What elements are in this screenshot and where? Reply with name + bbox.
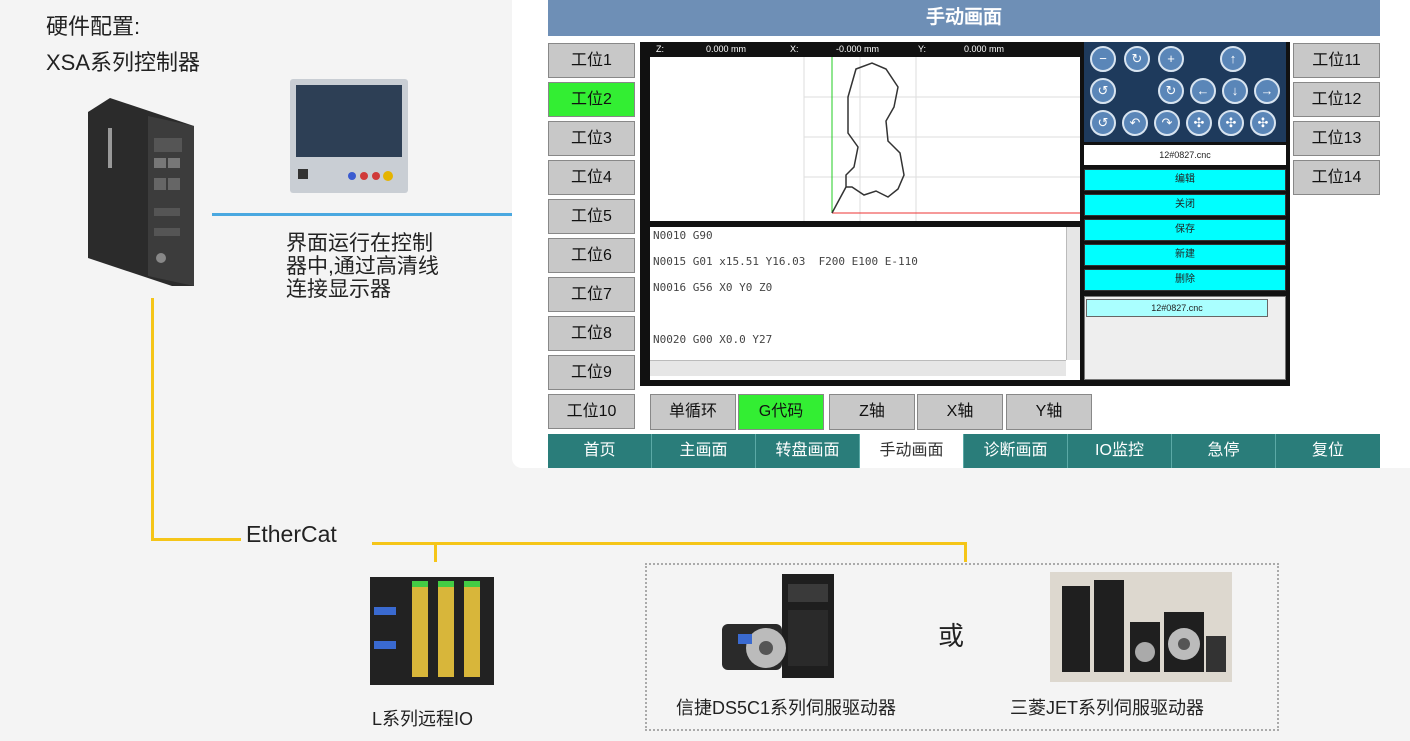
gcode-line: N0020 G00 X0.0 Y27 xyxy=(653,333,773,346)
gcode-line: N0010 G90 xyxy=(653,229,713,242)
move-yz-icon[interactable]: ✣ xyxy=(1250,110,1276,136)
ethercat-right-line xyxy=(372,542,966,545)
new-button[interactable]: 新建 xyxy=(1084,244,1286,266)
mode-tab-y-axis[interactable]: Y轴 xyxy=(1006,394,1092,430)
arrow-left-icon[interactable]: ← xyxy=(1190,78,1216,104)
remote-io-image xyxy=(370,577,494,685)
nav-diagnostics[interactable]: 诊断画面 xyxy=(964,434,1068,468)
z-value: 0.000 mm xyxy=(706,44,747,54)
station-button-11[interactable]: 工位11 xyxy=(1293,43,1380,78)
io-drop-line xyxy=(434,542,437,562)
undo-icon[interactable]: ↶ xyxy=(1122,110,1148,136)
move-xy-icon[interactable]: ✣ xyxy=(1186,110,1212,136)
file-list-item[interactable]: 12#0827.cnc xyxy=(1086,299,1268,317)
current-filename: 12#0827.cnc xyxy=(1084,145,1286,165)
station-button-7[interactable]: 工位7 xyxy=(548,277,635,312)
station-button-8[interactable]: 工位8 xyxy=(548,316,635,351)
x-label: X: xyxy=(790,44,799,54)
nav-main[interactable]: 主画面 xyxy=(652,434,756,468)
y-value: 0.000 mm xyxy=(964,44,1005,54)
hardware-config-title: 硬件配置: xyxy=(46,14,141,39)
servo-drop-line xyxy=(964,542,967,562)
station-button-13[interactable]: 工位13 xyxy=(1293,121,1380,156)
close-button[interactable]: 关闭 xyxy=(1084,194,1286,216)
gcode-horizontal-scrollbar[interactable] xyxy=(650,360,1066,376)
ethercat-vertical-line xyxy=(151,298,154,541)
nav-turntable[interactable]: 转盘画面 xyxy=(756,434,860,468)
ethercat-left-line xyxy=(151,538,241,541)
nav-home[interactable]: 首页 xyxy=(548,434,652,468)
gcode-vertical-scrollbar[interactable] xyxy=(1066,227,1080,360)
station-button-10[interactable]: 工位10 xyxy=(548,394,635,429)
mode-tab-z-axis[interactable]: Z轴 xyxy=(829,394,915,430)
nav-manual[interactable]: 手动画面 xyxy=(860,434,964,468)
bottom-navigation: 首页 主画面 转盘画面 手动画面 诊断画面 IO监控 急停 复位 xyxy=(548,434,1380,468)
ui-note-text: 界面运行在控制器中,通过高清线连接显示器 xyxy=(286,232,439,301)
mode-tab-gcode[interactable]: G代码 xyxy=(738,394,824,430)
hdmi-connector xyxy=(212,213,512,216)
mitsubishi-servo-image xyxy=(1050,572,1232,682)
delete-button[interactable]: 删除 xyxy=(1084,269,1286,291)
rotate-left-icon[interactable]: ↺ xyxy=(1090,110,1116,136)
coordinate-readout: Z: 0.000 mm X: -0.000 mm Y: 0.000 mm xyxy=(650,42,1080,57)
nav-emergency-stop[interactable]: 急停 xyxy=(1172,434,1276,468)
gcode-line: N0016 G56 X0 Y0 Z0 xyxy=(653,281,773,294)
xinje-servo-caption: 信捷DS5C1系列伺服驱动器 xyxy=(676,698,897,718)
mode-tab-single-cycle[interactable]: 单循环 xyxy=(650,394,736,430)
save-button[interactable]: 保存 xyxy=(1084,219,1286,241)
rotate-cw-icon[interactable]: ↻ xyxy=(1158,78,1184,104)
station-button-2[interactable]: 工位2 xyxy=(548,82,635,117)
ethercat-label: EtherCat xyxy=(246,521,337,547)
station-button-6[interactable]: 工位6 xyxy=(548,238,635,273)
rotate-ccw-icon[interactable]: ↺ xyxy=(1090,78,1116,104)
station-button-9[interactable]: 工位9 xyxy=(548,355,635,390)
nav-io-monitor[interactable]: IO监控 xyxy=(1068,434,1172,468)
station-button-14[interactable]: 工位14 xyxy=(1293,160,1380,195)
controller-image xyxy=(88,98,194,286)
x-value: -0.000 mm xyxy=(836,44,880,54)
gcode-line: N0015 G01 x15.51 Y16.03 F200 E100 E-110 xyxy=(653,255,918,268)
jog-control-pad: − ↻ + ↑ ↺ ↻ ← ↓ → ↺ ↶ ↷ ✣ ✣ ✣ xyxy=(1084,42,1286,142)
hmi-title: 手动画面 xyxy=(548,0,1380,36)
gcode-editor[interactable]: N0010 G90 N0015 G01 x15.51 Y16.03 F200 E… xyxy=(650,227,1080,380)
zoom-in-icon[interactable]: + xyxy=(1158,46,1184,72)
arrow-down-icon[interactable]: ↓ xyxy=(1222,78,1248,104)
mitsubishi-servo-caption: 三菱JET系列伺服驱动器 xyxy=(1010,698,1205,718)
station-button-3[interactable]: 工位3 xyxy=(548,121,635,156)
y-label: Y: xyxy=(918,44,927,54)
redo-icon[interactable]: ↷ xyxy=(1154,110,1180,136)
toolpath-plot xyxy=(650,57,1080,221)
arrow-up-icon[interactable]: ↑ xyxy=(1220,46,1246,72)
station-button-12[interactable]: 工位12 xyxy=(1293,82,1380,117)
or-label: 或 xyxy=(938,621,965,651)
controller-name: XSA系列控制器 xyxy=(46,50,201,75)
arrow-right-icon[interactable]: → xyxy=(1254,78,1280,104)
station-button-4[interactable]: 工位4 xyxy=(548,160,635,195)
zoom-out-icon[interactable]: − xyxy=(1090,46,1116,72)
refresh-icon[interactable]: ↻ xyxy=(1124,46,1150,72)
remote-io-caption: L系列远程IO xyxy=(372,709,474,729)
monitor-image xyxy=(290,79,408,193)
station-button-1[interactable]: 工位1 xyxy=(548,43,635,78)
station-button-5[interactable]: 工位5 xyxy=(548,199,635,234)
z-label: Z: xyxy=(656,44,664,54)
xinje-servo-image xyxy=(722,574,834,678)
mode-tab-x-axis[interactable]: X轴 xyxy=(917,394,1003,430)
nav-reset[interactable]: 复位 xyxy=(1276,434,1380,468)
edit-button[interactable]: 编辑 xyxy=(1084,169,1286,191)
move-xz-icon[interactable]: ✣ xyxy=(1218,110,1244,136)
